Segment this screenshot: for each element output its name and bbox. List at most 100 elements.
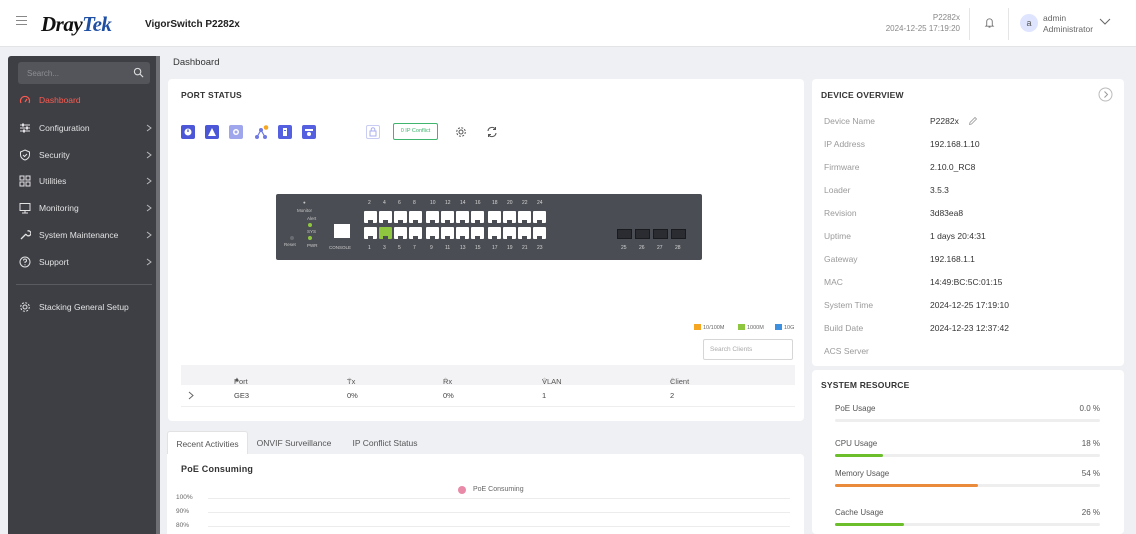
port-number-label: 6	[398, 200, 401, 206]
port-number-label: 3	[383, 245, 386, 251]
legend-1000m: 1000M	[738, 324, 764, 331]
port-21[interactable]	[518, 227, 531, 239]
sidebar-item-utilities[interactable]: Utilities	[8, 168, 160, 194]
shield-icon	[20, 149, 30, 161]
port-6[interactable]	[394, 211, 407, 223]
port-2[interactable]	[364, 211, 377, 223]
resource-label: Memory Usage	[835, 469, 890, 478]
port-9[interactable]	[426, 227, 439, 239]
sidebar-item-dashboard[interactable]: Dashboard	[8, 87, 160, 113]
port-number-label: 27	[657, 245, 663, 251]
lock-icon[interactable]	[366, 125, 380, 139]
sfp-port-26[interactable]	[635, 229, 650, 239]
device-time-label: 2024-12-25 17:19:20	[885, 24, 960, 33]
user-info[interactable]: admin Administrator	[1043, 13, 1093, 35]
port-number-label: 13	[460, 245, 466, 251]
cell-rx: 0%	[443, 391, 454, 400]
avatar[interactable]: a	[1020, 14, 1038, 32]
port-number-label: 8	[413, 200, 416, 206]
port-number-label: 1	[368, 245, 371, 251]
port-10[interactable]	[426, 211, 439, 223]
expand-chevron-icon[interactable]	[188, 391, 194, 400]
port-number-label: 17	[492, 245, 498, 251]
device-overview-title: DEVICE OVERVIEW	[821, 90, 904, 100]
port-number-label: 11	[445, 245, 451, 251]
sidebar-scrollbar[interactable]	[156, 56, 160, 534]
stop-icon[interactable]	[229, 125, 243, 139]
switch-panel: ● Monitor Alert SYS PWR Reset CONSOLE 24…	[276, 194, 702, 260]
sfp-port-27[interactable]	[653, 229, 668, 239]
console-port[interactable]	[334, 224, 350, 238]
sliders-icon	[20, 123, 30, 133]
port-24[interactable]	[533, 211, 546, 223]
port-5[interactable]	[394, 227, 407, 239]
resource-label: CPU Usage	[835, 439, 878, 448]
port-22[interactable]	[518, 211, 531, 223]
port-17[interactable]	[488, 227, 501, 239]
camera-icon[interactable]	[302, 125, 316, 139]
warning-icon[interactable]	[205, 125, 219, 139]
sfp-port-25[interactable]	[617, 229, 632, 239]
sidebar-item-monitoring[interactable]: Monitoring	[8, 195, 160, 221]
chevron-right-icon	[146, 231, 152, 239]
tab-onvif-surveillance[interactable]: ONVIF Surveillance	[250, 431, 338, 455]
port-status-title: PORT STATUS	[181, 90, 242, 100]
port-number-label: 4	[383, 200, 386, 206]
tab-ip-conflict-status[interactable]: IP Conflict Status	[339, 431, 431, 455]
power-icon[interactable]	[181, 125, 195, 139]
sidebar-item-system-maintenance[interactable]: System Maintenance	[8, 222, 160, 248]
overview-value: 192.168.1.1	[930, 254, 975, 264]
sort-icon: ⇕	[347, 378, 353, 384]
port-4[interactable]	[379, 211, 392, 223]
led-pwr	[308, 236, 312, 240]
sfp-port-28[interactable]	[671, 229, 686, 239]
port-15[interactable]	[471, 227, 484, 239]
edit-pencil-icon[interactable]	[968, 116, 978, 126]
settings-gear-icon[interactable]	[455, 126, 467, 138]
table-row[interactable]: GE3 0% 0% 1 2	[181, 385, 795, 407]
poe-title: PoE Consuming	[181, 464, 254, 474]
refresh-icon[interactable]	[486, 126, 498, 138]
sidebar-item-stacking-general-setup[interactable]: Stacking General Setup	[8, 294, 160, 320]
port-14[interactable]	[456, 211, 469, 223]
hamburger-menu-icon[interactable]	[16, 16, 27, 26]
network-topology-icon[interactable]	[253, 125, 269, 139]
port-number-label: 14	[460, 200, 466, 206]
chevron-down-icon[interactable]	[1099, 16, 1111, 26]
poe-legend-label[interactable]: PoE Consuming	[473, 486, 524, 493]
led-dot: ●	[303, 200, 306, 205]
table-header: Port ▲ Tx ⇕ Rx ⇕ VLAN ⇕ Client ⇕	[181, 365, 795, 386]
port-23[interactable]	[533, 227, 546, 239]
tab-recent-activities[interactable]: Recent Activities	[167, 431, 248, 455]
port-12[interactable]	[441, 211, 454, 223]
sidebar-item-configuration[interactable]: Configuration	[8, 115, 160, 141]
header-divider	[1008, 8, 1009, 40]
chevron-right-circle-icon[interactable]	[1098, 87, 1113, 102]
sidebar-item-support[interactable]: Support	[8, 249, 160, 275]
port-8[interactable]	[409, 211, 422, 223]
grid-line	[208, 498, 790, 499]
poe-legend-swatch[interactable]	[458, 486, 466, 494]
port-3[interactable]	[379, 227, 392, 239]
ip-conflict-button[interactable]: 0 IP Conflict	[393, 123, 438, 140]
bell-icon[interactable]	[983, 16, 996, 29]
poe-card	[167, 454, 804, 534]
search-input[interactable]	[18, 62, 128, 84]
device-icon[interactable]	[278, 125, 292, 139]
sidebar-item-label: Stacking General Setup	[39, 302, 129, 312]
port-11[interactable]	[441, 227, 454, 239]
chevron-right-icon	[146, 204, 152, 212]
overview-value: 1 days 20:4:31	[930, 231, 986, 241]
resource-label: Cache Usage	[835, 508, 884, 517]
port-1[interactable]	[364, 227, 377, 239]
port-19[interactable]	[503, 227, 516, 239]
port-7[interactable]	[409, 227, 422, 239]
search-clients-input[interactable]	[703, 339, 793, 360]
port-20[interactable]	[503, 211, 516, 223]
port-13[interactable]	[456, 227, 469, 239]
port-18[interactable]	[488, 211, 501, 223]
overview-value: 2.10.0_RC8	[930, 162, 976, 172]
port-16[interactable]	[471, 211, 484, 223]
search-icon[interactable]	[133, 67, 144, 78]
sidebar-item-security[interactable]: Security	[8, 142, 160, 168]
